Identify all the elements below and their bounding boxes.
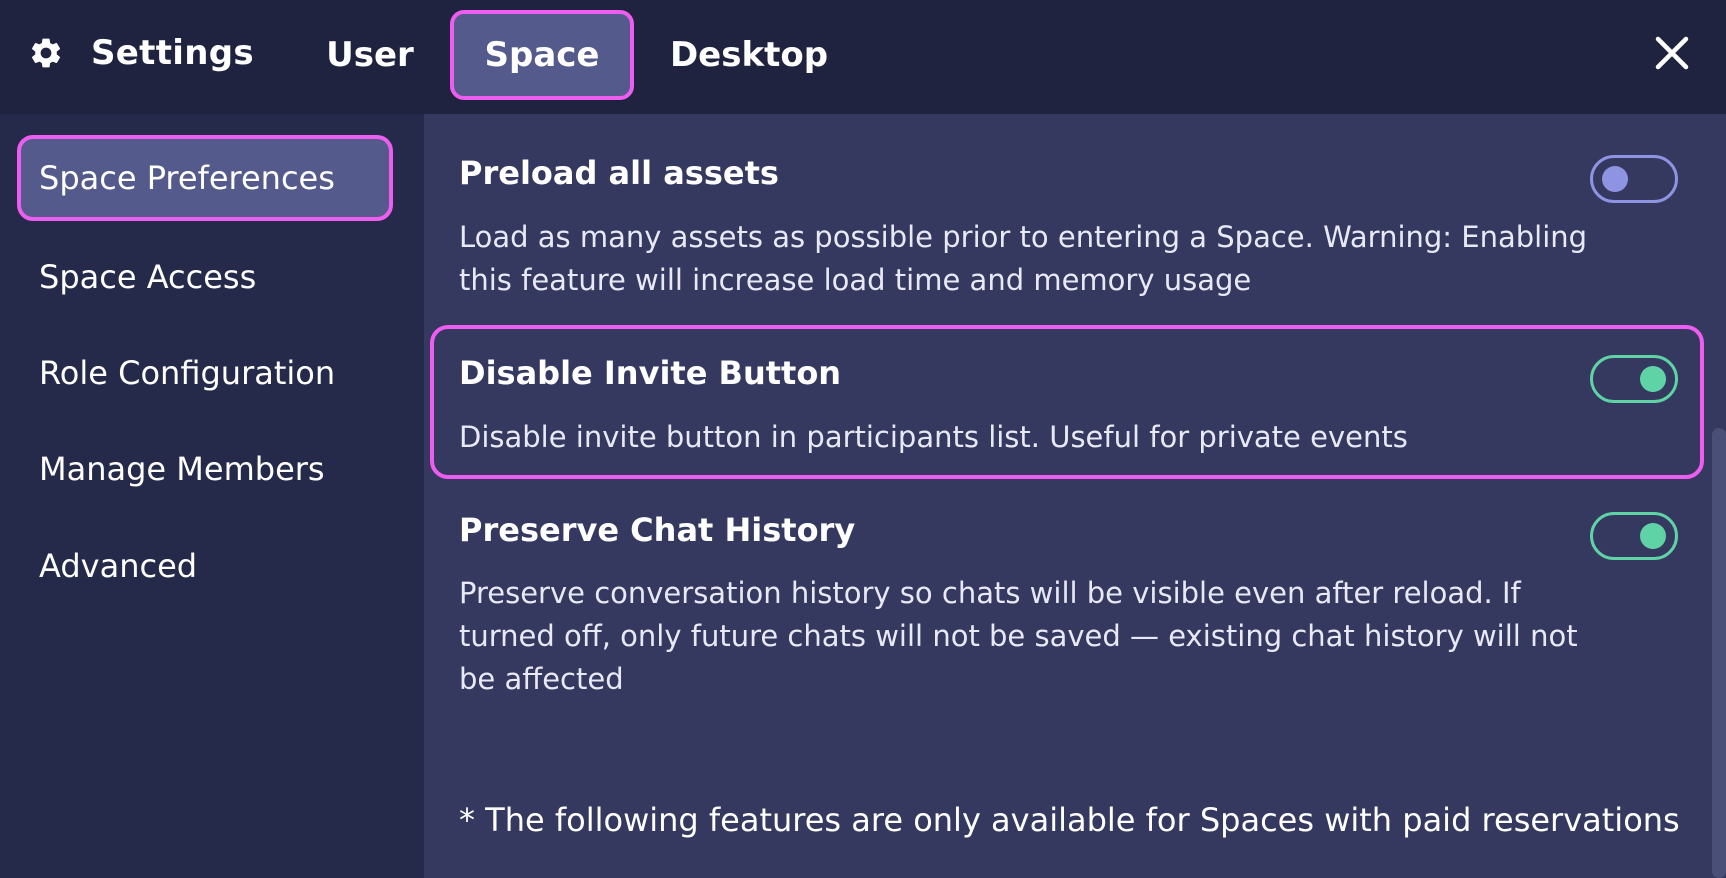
sidebar-item-space-access[interactable]: Space Access xyxy=(17,234,393,320)
setting-description: Preserve conversation history so chats w… xyxy=(459,576,1578,696)
close-icon[interactable] xyxy=(1654,35,1690,71)
sidebar-item-manage-members[interactable]: Manage Members xyxy=(17,426,393,512)
tab-user[interactable]: User xyxy=(315,10,425,100)
toggle-knob xyxy=(1640,366,1666,392)
gear-icon xyxy=(31,38,61,68)
settings-panel: Preload all assets Load as many assets a… xyxy=(424,114,1726,878)
toggle-knob xyxy=(1640,523,1666,549)
setting-title: Preload all assets xyxy=(459,154,779,192)
preload-assets-toggle[interactable] xyxy=(1590,155,1678,203)
setting-description: Disable invite button in participants li… xyxy=(459,420,1408,454)
setting-title: Disable Invite Button xyxy=(459,354,842,392)
sidebar-item-role-configuration[interactable]: Role Configuration xyxy=(17,330,393,416)
sidebar: Space Preferences Space Access Role Conf… xyxy=(0,114,424,878)
tab-desktop[interactable]: Desktop xyxy=(666,10,832,100)
paid-features-note: * The following features are only availa… xyxy=(459,801,1680,839)
page-title: Settings xyxy=(91,33,254,73)
tab-space[interactable]: Space xyxy=(450,10,634,100)
preserve-chat-toggle[interactable] xyxy=(1590,512,1678,560)
settings-header: Settings User Space Desktop xyxy=(0,0,1726,114)
disable-invite-toggle[interactable] xyxy=(1590,355,1678,403)
scrollbar[interactable] xyxy=(1712,428,1726,878)
toggle-knob xyxy=(1602,166,1628,192)
sidebar-item-space-preferences[interactable]: Space Preferences xyxy=(17,135,393,221)
sidebar-item-advanced[interactable]: Advanced xyxy=(17,523,393,609)
setting-description: Load as many assets as possible prior to… xyxy=(459,220,1588,297)
setting-title: Preserve Chat History xyxy=(459,511,856,549)
